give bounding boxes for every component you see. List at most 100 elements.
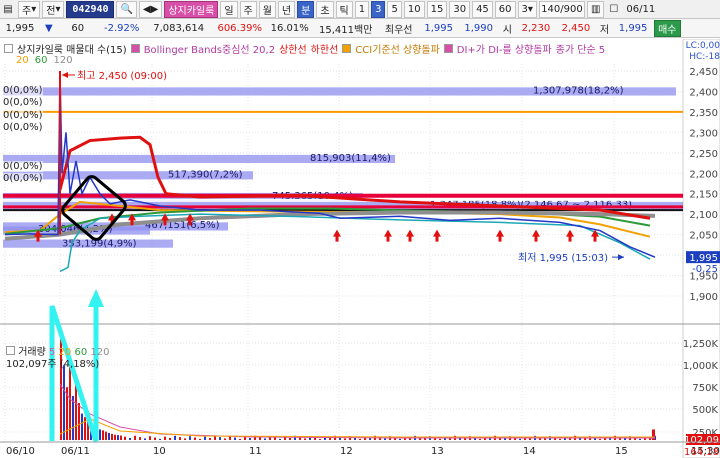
volume-bar [108, 432, 110, 440]
volume-checkbox[interactable] [6, 346, 15, 355]
volume-bar [139, 437, 141, 440]
period-year[interactable]: 년 [277, 0, 296, 18]
volume-bar [559, 438, 561, 440]
high-marker-label: 최고 2,450 (09:00) [77, 70, 167, 82]
interval-10[interactable]: 10 [403, 0, 425, 18]
interval-30[interactable]: 30 [449, 0, 471, 18]
mode-select[interactable]: 전 ▾ [42, 0, 65, 18]
count-select-label: 3 [521, 3, 528, 15]
nav-arrows[interactable]: ◀▶ [138, 0, 163, 18]
price-axis-tick: 2,400 [689, 87, 718, 98]
buy-button[interactable]: 매수 [654, 19, 681, 37]
price-axis-tick: 2,150 [689, 190, 718, 201]
volume-bar [274, 437, 276, 440]
price-tag-pct: -0,25 [692, 264, 718, 275]
interval-60[interactable]: 60 [494, 0, 516, 18]
volume-axis-tick: 1,000K [683, 361, 719, 372]
checkbox-icon[interactable]: ☐ [606, 1, 621, 18]
zero-label-2: 0(0,0%) [3, 97, 43, 108]
price-axis-tick: 2,350 [689, 108, 718, 119]
best-quote-label: 최우선 [384, 24, 413, 36]
volume-profile-label: 517,390(7,2%) [168, 169, 243, 180]
volume-bar [289, 437, 291, 440]
date-label: 06/11 [626, 3, 656, 15]
time-axis-tick: 06/11 [61, 446, 90, 457]
volume-bar [209, 437, 211, 440]
time-axis-tick: 13 [431, 446, 444, 457]
search-icon[interactable]: 🔍 [116, 0, 137, 18]
interval-3[interactable]: 3 [371, 0, 386, 18]
chart-area[interactable]: 2,450 2,400 2,350 2,300 2,250 2,200 2,150 2,100… [0, 38, 720, 458]
volume-bar [219, 437, 221, 440]
interval-5[interactable]: 5 [387, 0, 402, 18]
time-axis-tick: 11 [249, 446, 262, 457]
period-day[interactable]: 일 [220, 0, 238, 18]
volume-bar [234, 437, 236, 440]
legend-di: DI+가 DI-를 상향돌파 [456, 44, 552, 56]
interval-45[interactable]: 45 [472, 0, 493, 18]
period-month[interactable]: 월 [258, 0, 276, 18]
indicator-legend: 상지카일룩 매물대 수(15) Bollinger Bands중심선 20,2 … [4, 41, 606, 56]
price-axis-tick: 2,300 [689, 128, 718, 139]
period-second[interactable]: 초 [316, 0, 334, 18]
price-chart-svg[interactable]: 2,450 2,400 2,350 2,300 2,250 2,200 2,150 2,100… [0, 38, 720, 458]
volume-bar [464, 438, 466, 440]
volume-tag-2: 164,18 [684, 447, 719, 458]
volume-profile-label: 815,903(11,4%) [310, 153, 391, 164]
zero-label-3: 0(0,0%) [3, 110, 43, 121]
change-value: 60 [71, 22, 85, 34]
lc-label: LC:0,00 [685, 41, 720, 51]
price-axis-tick: 2,050 [689, 231, 718, 242]
volume-bar [159, 438, 161, 440]
volume-bar [194, 437, 196, 440]
volume-bar [544, 438, 546, 440]
low-label: 저 [599, 24, 610, 36]
legend-close-simple: 종가 단순 5 [555, 44, 606, 56]
volume-value: 102,097주 [6, 359, 57, 370]
high-label: 시 [502, 24, 512, 36]
period-tick[interactable]: 틱 [335, 0, 353, 18]
stock-name[interactable]: 상지카일룩 [164, 0, 219, 18]
volume-bar [78, 403, 80, 440]
period-minute[interactable]: 분 [297, 0, 315, 18]
high-price: 2,230 [521, 22, 551, 34]
zero-label-4: 0(0,0%) [3, 122, 43, 133]
high-price-2: 2,450 [561, 22, 591, 34]
trade-volume: 7,083,614 [153, 22, 205, 34]
count-select[interactable]: 3 ▾ [517, 0, 537, 18]
legend-cci: CCI기준선 상향돌파 [355, 44, 440, 56]
range-input[interactable]: 140/900 [538, 0, 585, 18]
market-select[interactable]: 주 ▾ [18, 0, 41, 18]
volume-bar [399, 438, 401, 440]
interval-1[interactable]: 1 [354, 0, 370, 18]
chart-type-icon[interactable]: ▥ [586, 0, 605, 18]
volume-bar [114, 434, 116, 440]
volume-bar [639, 438, 641, 440]
time-axis-tick: 10 [153, 446, 166, 457]
legend-checkbox[interactable] [4, 43, 13, 53]
ma120-label: 120 [53, 55, 73, 66]
volume-bar [124, 436, 126, 440]
volume-bar [149, 436, 151, 440]
menu-icon[interactable]: ▤ [0, 1, 16, 18]
volume-bar [117, 435, 119, 440]
volume-bar [63, 365, 65, 440]
low-marker-label: 최저 1,995 (15:03) [518, 252, 608, 264]
volume-bar [239, 438, 241, 440]
volume-bar [174, 435, 176, 440]
ma20-label: 20 [16, 55, 29, 66]
volume-bar [249, 437, 251, 440]
volume-bar [504, 438, 506, 440]
volume-bar [359, 438, 361, 440]
market-select-label: 주 [22, 5, 32, 17]
current-price: 1,995 [5, 22, 35, 34]
volume-profile-label: 1,307,978(18,2%) [533, 85, 624, 96]
stock-code-input[interactable]: 042940 [66, 0, 115, 18]
interval-15[interactable]: 15 [426, 0, 448, 18]
legend-lower: 하한선 [310, 44, 339, 56]
volume-ratio: 606.39% [217, 22, 262, 34]
volume-bar [279, 438, 281, 440]
volume-bar [204, 436, 206, 440]
bollinger-swatch [130, 43, 140, 53]
period-week[interactable]: 주 [239, 0, 257, 18]
